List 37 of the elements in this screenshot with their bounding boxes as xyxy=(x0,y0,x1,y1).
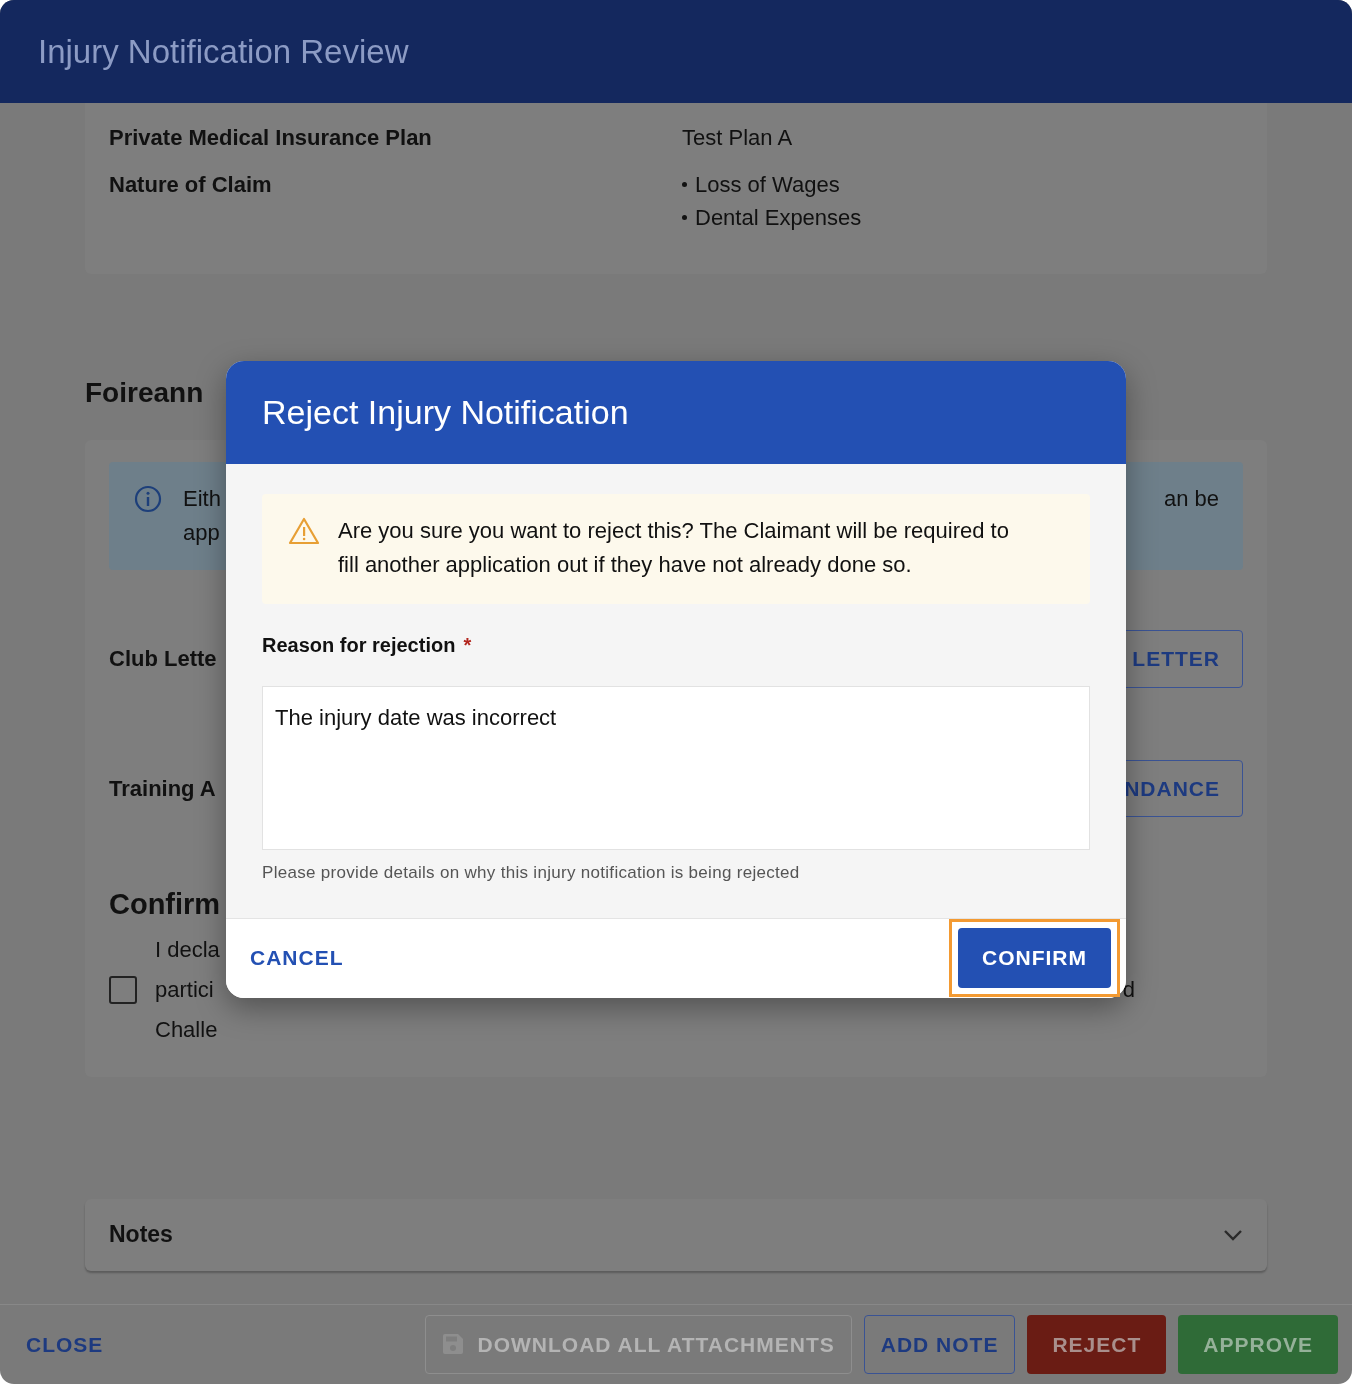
close-button[interactable]: CLOSE xyxy=(25,1314,121,1375)
reject-button[interactable]: REJECT xyxy=(1027,1314,1167,1375)
confirm-button[interactable]: CONFIRM xyxy=(958,928,1111,988)
declaration-text: partici xyxy=(155,975,214,1004)
declaration-text: Challe xyxy=(155,1015,218,1044)
accordion-title: Notes xyxy=(109,1220,173,1250)
confirm-heading: Confirm xyxy=(109,887,222,922)
info-text: Eith xyxy=(183,485,221,513)
bullet-icon xyxy=(682,215,687,220)
warning-icon xyxy=(288,517,320,545)
field-label: Training A xyxy=(109,774,216,803)
reason-field[interactable]: The injury date was incorrect xyxy=(262,686,1090,850)
field-value: Test Plan A xyxy=(682,124,793,152)
field-label: Club Lette xyxy=(109,645,217,674)
helper-text: Please provide details on why this injury notification is being rejected xyxy=(262,862,801,884)
required-mark: * xyxy=(463,634,472,656)
field-label: Private Medical Insurance Plan xyxy=(109,124,433,152)
info-icon xyxy=(133,484,163,514)
declaration-text: d xyxy=(1122,975,1135,1004)
checkbox[interactable] xyxy=(109,975,137,1004)
list-item: Loss of Wages xyxy=(695,171,840,199)
outline-button[interactable]: ADD NOTE xyxy=(863,1314,1016,1375)
declaration-text: I decla xyxy=(155,935,220,964)
chevron-icon[interactable] xyxy=(1223,1228,1243,1241)
window-title: Injury Notification Review xyxy=(38,31,409,72)
notes-accordion[interactable]: Notes xyxy=(85,1198,1267,1271)
section-heading: Foireann xyxy=(85,376,204,410)
info-text: an be xyxy=(1163,486,1219,511)
field-label: Nature of Claim xyxy=(109,171,273,199)
info-text: app xyxy=(183,519,221,547)
list-item: Dental Expenses xyxy=(695,204,862,232)
approve-button[interactable]: APPROVE xyxy=(1178,1314,1338,1375)
field-label: Reason for rejection xyxy=(262,634,456,656)
cancel-button[interactable]: CANCEL xyxy=(250,928,368,988)
bullet-icon xyxy=(682,182,687,187)
warning-text: Are you sure you want to reject this? The Claimant will be required to fill another application out if they have not already done so. xyxy=(338,517,1010,579)
dialog-title: Reject Injury Notification xyxy=(262,392,629,433)
